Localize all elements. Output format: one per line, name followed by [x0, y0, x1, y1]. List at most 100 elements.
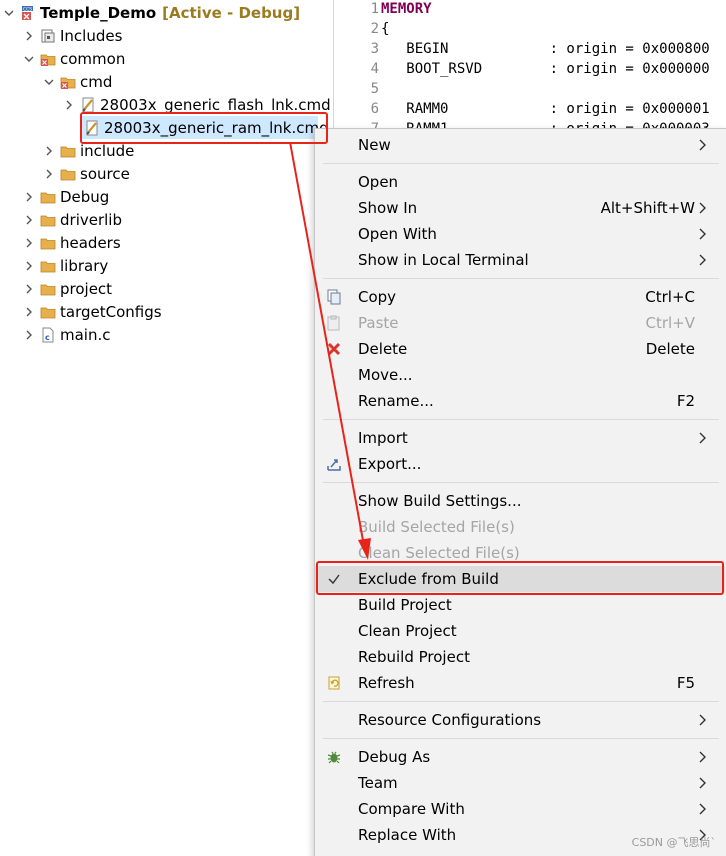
- menu-label: Rebuild Project: [358, 648, 470, 666]
- menu-item-refresh[interactable]: Refresh F5: [315, 670, 725, 696]
- chevron-down-icon[interactable]: [22, 52, 36, 66]
- menu-item-rebuild-project[interactable]: Rebuild Project: [315, 644, 725, 670]
- menu-item-show-build-settings[interactable]: Show Build Settings...: [315, 488, 725, 514]
- folder-icon: [40, 258, 56, 274]
- bug-icon: [325, 748, 343, 766]
- menu-item-move[interactable]: Move...: [315, 362, 725, 388]
- code-line: 5: [334, 81, 381, 101]
- tree-item-targetconfigs[interactable]: targetConfigs: [22, 300, 162, 323]
- folder-icon: [60, 143, 76, 159]
- menu-item-import[interactable]: Import: [315, 425, 725, 451]
- svg-text:CCS: CCS: [23, 6, 32, 12]
- menu-separator: [323, 482, 719, 483]
- submenu-arrow-icon: [699, 195, 709, 221]
- paste-icon: [325, 314, 343, 332]
- tree-item-driverlib[interactable]: driverlib: [22, 208, 122, 231]
- submenu-arrow-icon: [699, 425, 709, 451]
- menu-item-new[interactable]: New: [315, 132, 725, 158]
- refresh-icon: [325, 674, 343, 692]
- menu-separator: [323, 419, 719, 420]
- tree-item-project-folder[interactable]: project: [22, 277, 112, 300]
- menu-item-paste[interactable]: Paste Ctrl+V: [315, 310, 725, 336]
- menu-item-team[interactable]: Team: [315, 770, 725, 796]
- tree-label-debug: Debug: [60, 187, 110, 206]
- menu-item-show-in[interactable]: Show In Alt+Shift+W: [315, 195, 725, 221]
- chevron-down-icon[interactable]: [2, 6, 16, 20]
- menu-label: Compare With: [358, 800, 465, 818]
- menu-label: Show in Local Terminal: [358, 251, 529, 269]
- cmd-file-icon: [80, 97, 96, 113]
- tree-label-headers: headers: [60, 233, 121, 252]
- line-number: 5: [370, 81, 379, 97]
- tree-label-library: library: [60, 256, 109, 275]
- menu-shortcut: Delete: [645, 340, 695, 358]
- menu-label: Paste: [358, 314, 399, 332]
- menu-item-copy[interactable]: Copy Ctrl+C: [315, 284, 725, 310]
- menu-item-build-selected[interactable]: Build Selected File(s): [315, 514, 725, 540]
- tree-item-cmd[interactable]: cmd: [42, 70, 112, 93]
- folder-icon: [60, 166, 76, 182]
- chevron-right-icon[interactable]: [22, 282, 36, 296]
- annotation-box-exclude: [316, 561, 724, 595]
- chevron-right-icon[interactable]: [42, 167, 56, 181]
- chevron-right-icon[interactable]: [22, 190, 36, 204]
- line-number: 1: [370, 1, 379, 17]
- menu-item-delete[interactable]: Delete Delete: [315, 336, 725, 362]
- export-icon: [325, 455, 343, 473]
- line-number: 6: [370, 101, 379, 117]
- menu-item-show-local-terminal[interactable]: Show in Local Terminal: [315, 247, 725, 273]
- tree-label-targetconfigs: targetConfigs: [60, 302, 162, 321]
- menu-item-export[interactable]: Export...: [315, 451, 725, 477]
- tree-label-source: source: [80, 164, 130, 183]
- submenu-arrow-icon: [699, 744, 709, 770]
- menu-label: Show Build Settings...: [358, 492, 522, 510]
- chevron-right-icon[interactable]: [22, 305, 36, 319]
- submenu-arrow-icon: [699, 707, 709, 733]
- menu-item-resource-configurations[interactable]: Resource Configurations: [315, 707, 725, 733]
- folder-icon: [40, 304, 56, 320]
- c-file-icon: c: [40, 327, 56, 343]
- menu-item-debug-as[interactable]: Debug As: [315, 744, 725, 770]
- menu-item-open-with[interactable]: Open With: [315, 221, 725, 247]
- tree-item-source[interactable]: source: [42, 162, 130, 185]
- menu-item-clean-project[interactable]: Clean Project: [315, 618, 725, 644]
- chevron-right-icon[interactable]: [22, 29, 36, 43]
- chevron-right-icon[interactable]: [22, 213, 36, 227]
- tree-label-cmd: cmd: [80, 72, 113, 91]
- ide-window: CCS Temple_Demo [Active - Debug] Include: [0, 0, 726, 856]
- menu-label: Import: [358, 429, 408, 447]
- submenu-arrow-icon: [699, 132, 709, 158]
- menu-separator: [323, 701, 719, 702]
- tree-item-debug[interactable]: Debug: [22, 185, 109, 208]
- code-text: BOOT_RSVD : origin = 0x000000: [381, 61, 710, 77]
- menu-item-build-project[interactable]: Build Project: [315, 592, 725, 618]
- tree-item-headers[interactable]: headers: [22, 231, 121, 254]
- folder-icon: [40, 281, 56, 297]
- tree-label-driverlib: driverlib: [60, 210, 122, 229]
- menu-item-open[interactable]: Open: [315, 169, 725, 195]
- tree-item-library[interactable]: library: [22, 254, 108, 277]
- chevron-right-icon[interactable]: [22, 236, 36, 250]
- menu-shortcut: F2: [676, 392, 695, 410]
- tree-item-main-c[interactable]: c main.c: [22, 323, 111, 346]
- annotation-box-file: [80, 112, 328, 144]
- context-menu: New Open Show In Alt+Shift+W Open With S…: [314, 128, 726, 856]
- menu-label: Open With: [358, 225, 437, 243]
- chevron-right-icon[interactable]: [22, 259, 36, 273]
- folder-excluded-icon: [60, 74, 76, 90]
- menu-shortcut: Ctrl+V: [645, 314, 695, 332]
- tree-label-main-c: main.c: [60, 325, 111, 344]
- menu-label: Show In: [358, 199, 418, 217]
- tree-item-includes[interactable]: Includes: [22, 24, 122, 47]
- menu-item-compare-with[interactable]: Compare With: [315, 796, 725, 822]
- chevron-right-icon[interactable]: [62, 98, 76, 112]
- chevron-down-icon[interactable]: [42, 75, 56, 89]
- menu-label: Resource Configurations: [358, 711, 542, 729]
- tree-item-common[interactable]: common: [22, 47, 125, 70]
- code-text: {: [381, 21, 390, 37]
- tree-item-project[interactable]: CCS Temple_Demo [Active - Debug]: [2, 1, 300, 24]
- chevron-right-icon[interactable]: [22, 328, 36, 342]
- chevron-right-icon[interactable]: [42, 144, 56, 158]
- menu-item-rename[interactable]: Rename... F2: [315, 388, 725, 414]
- folder-excluded-icon: [40, 51, 56, 67]
